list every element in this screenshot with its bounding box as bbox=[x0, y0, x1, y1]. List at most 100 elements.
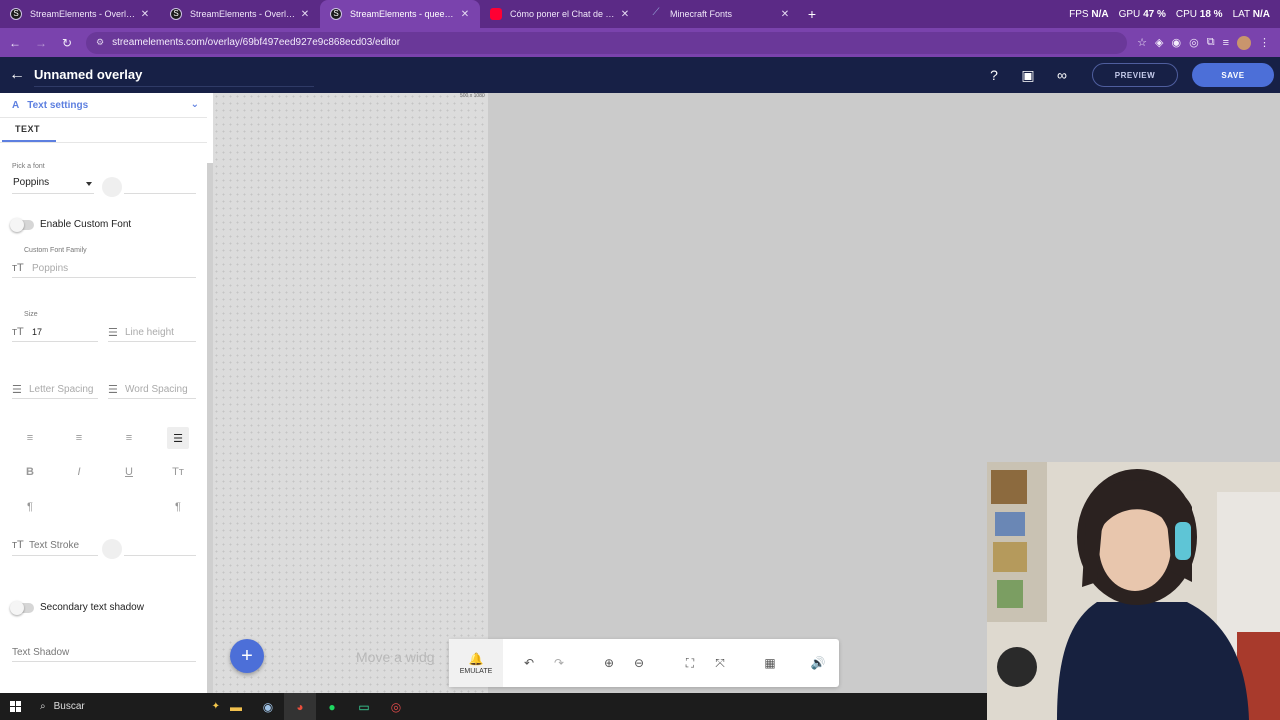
close-icon[interactable]: ✕ bbox=[298, 9, 312, 20]
gpu-value: 47 % bbox=[1143, 8, 1166, 20]
back-arrow-icon[interactable]: ← bbox=[0, 57, 34, 93]
puzzle-icon[interactable]: ⧉ bbox=[1207, 36, 1215, 49]
size-input[interactable]: 17 bbox=[32, 327, 42, 337]
divider bbox=[12, 555, 98, 556]
text-size-icon: ᴛT bbox=[12, 262, 24, 274]
line-height-input[interactable]: Line height bbox=[125, 327, 174, 338]
emulate-label: EMULATE bbox=[459, 667, 493, 675]
extension-icon[interactable]: ◈ bbox=[1155, 36, 1163, 49]
zoom-out-icon[interactable]: ⊖ bbox=[629, 653, 649, 673]
save-button[interactable]: SAVE bbox=[1192, 63, 1274, 87]
editor-header: ← Unnamed overlay ? ▣ ∞ PREVIEW SAVE bbox=[0, 57, 1280, 93]
browser-tab-4[interactable]: Cómo poner el Chat de Twitch ✕ bbox=[480, 0, 640, 28]
overlay-canvas[interactable]: 500 x 1080 bbox=[213, 93, 488, 693]
close-icon[interactable]: ✕ bbox=[618, 9, 632, 20]
align-justify-icon[interactable]: ☰ bbox=[167, 427, 189, 449]
star-icon[interactable]: ☆ bbox=[1137, 36, 1147, 49]
more-icon[interactable]: ⋮ bbox=[1259, 36, 1270, 49]
line-height-icon: ☰ bbox=[108, 327, 118, 339]
fps-value: N/A bbox=[1091, 8, 1109, 20]
custom-font-family-input[interactable]: Poppins bbox=[32, 263, 68, 274]
gpu-label: GPU bbox=[1118, 8, 1141, 20]
url-field[interactable]: ⚙ streamelements.com/overlay/69bf497eed9… bbox=[86, 31, 1128, 54]
secondary-shadow-label: Secondary text shadow bbox=[40, 602, 144, 613]
divider bbox=[108, 341, 196, 342]
forward-arrow-icon[interactable]: → bbox=[30, 32, 52, 54]
back-arrow-icon[interactable]: ← bbox=[4, 32, 26, 54]
letter-spacing-input[interactable]: Letter Spacing bbox=[29, 384, 94, 395]
divider bbox=[124, 193, 196, 194]
paragraph-rtl-icon[interactable]: ¶ bbox=[167, 496, 189, 518]
streamelements-icon: S bbox=[10, 8, 22, 20]
text-settings-panel: A Text settings ⌄ TEXT Pick a font Poppi… bbox=[0, 93, 213, 693]
align-right-icon[interactable]: ≡ bbox=[118, 427, 140, 449]
webcam-feed bbox=[987, 462, 1280, 720]
font-color-picker[interactable] bbox=[102, 177, 122, 197]
align-left-icon[interactable]: ≡ bbox=[19, 427, 41, 449]
lat-value: N/A bbox=[1252, 8, 1270, 20]
divider bbox=[124, 555, 196, 556]
browser-tab-2[interactable]: S StreamElements - Overlays ✕ bbox=[160, 0, 320, 28]
search-highlight-icon: ✦ bbox=[211, 701, 220, 712]
reading-list-icon[interactable]: ≡ bbox=[1223, 37, 1229, 49]
add-widget-button[interactable]: + bbox=[230, 639, 264, 673]
tab-title: Cómo poner el Chat de Twitch bbox=[510, 9, 618, 19]
stroke-color-picker[interactable] bbox=[102, 539, 122, 559]
divider bbox=[0, 142, 207, 143]
bold-button[interactable]: B bbox=[19, 461, 41, 483]
profile-avatar[interactable] bbox=[1237, 35, 1251, 50]
undo-icon[interactable]: ↶ bbox=[519, 653, 539, 673]
underline-button[interactable]: U bbox=[118, 461, 140, 483]
preview-button[interactable]: PREVIEW bbox=[1092, 63, 1178, 87]
chrome-icon[interactable]: ◕ bbox=[284, 693, 316, 720]
section-title: Text settings bbox=[27, 99, 89, 111]
emulate-button[interactable]: 🔔 EMULATE bbox=[449, 639, 503, 687]
custom-font-toggle[interactable] bbox=[10, 218, 34, 232]
search-icon: ⌕ bbox=[40, 701, 46, 712]
browser-tab-5[interactable]: ⟋ Minecraft Fonts ✕ bbox=[640, 0, 800, 28]
taskbar-search[interactable]: ⌕ Buscar ✦ bbox=[30, 693, 220, 720]
windows-start-icon[interactable] bbox=[0, 693, 30, 720]
italic-button[interactable]: I bbox=[68, 461, 90, 483]
new-tab-button[interactable]: + bbox=[800, 0, 824, 28]
terminal-icon[interactable]: ▭ bbox=[348, 693, 380, 720]
close-icon[interactable]: ✕ bbox=[778, 9, 792, 20]
url-text: streamelements.com/overlay/69bf497eed927… bbox=[112, 37, 401, 48]
browser-tab-strip: S StreamElements - Overlays ✕ S StreamEl… bbox=[0, 0, 1280, 28]
close-icon[interactable]: ✕ bbox=[138, 9, 152, 20]
tab-text[interactable]: TEXT bbox=[0, 124, 213, 134]
extension-icon[interactable]: ◉ bbox=[1172, 36, 1182, 49]
link-icon[interactable]: ∞ bbox=[1052, 65, 1072, 85]
align-center-icon[interactable]: ≡ bbox=[68, 427, 90, 449]
close-icon[interactable]: ✕ bbox=[458, 9, 472, 20]
secondary-shadow-toggle[interactable] bbox=[10, 601, 34, 615]
overlay-name-input[interactable]: Unnamed overlay bbox=[34, 63, 314, 87]
obs-icon[interactable]: ◎ bbox=[380, 693, 412, 720]
browser-tab-3[interactable]: S StreamElements - queenrochi ✕ bbox=[320, 0, 480, 28]
file-explorer-icon[interactable]: ▬ bbox=[220, 693, 252, 720]
streamelements-icon: S bbox=[170, 8, 182, 20]
volume-icon[interactable]: 🔊 bbox=[808, 653, 828, 673]
reload-icon[interactable]: ↻ bbox=[56, 32, 78, 54]
paragraph-ltr-icon[interactable]: ¶ bbox=[19, 496, 41, 518]
spotify-icon[interactable]: ● bbox=[316, 693, 348, 720]
fit-screen-icon[interactable]: ⤧ bbox=[710, 653, 730, 673]
screen-icon[interactable]: ▣ bbox=[1018, 65, 1038, 85]
browser-tab-1[interactable]: S StreamElements - Overlays ✕ bbox=[0, 0, 160, 28]
system-monitor: FPS N/A GPU 47 % CPU 18 % LAT N/A bbox=[1069, 0, 1270, 28]
extension-icon[interactable]: ◎ bbox=[1189, 36, 1199, 49]
steam-icon[interactable]: ◉ bbox=[252, 693, 284, 720]
text-settings-header[interactable]: A Text settings ⌄ bbox=[0, 93, 213, 117]
help-icon[interactable]: ? bbox=[984, 65, 1004, 85]
word-spacing-input[interactable]: Word Spacing bbox=[125, 384, 188, 395]
fps-label: FPS bbox=[1069, 8, 1089, 20]
zoom-in-icon[interactable]: ⊕ bbox=[599, 653, 619, 673]
chevron-down-icon[interactable]: ⌄ bbox=[191, 99, 199, 110]
font-select[interactable]: Poppins bbox=[13, 177, 49, 188]
fullscreen-icon[interactable]: ⛶ bbox=[680, 653, 700, 673]
redo-icon[interactable]: ↷ bbox=[549, 653, 569, 673]
grid-icon[interactable]: ▦ bbox=[760, 653, 780, 673]
text-shadow-label: Text Shadow bbox=[12, 647, 70, 658]
text-transform-button[interactable]: Tт bbox=[167, 461, 189, 483]
site-info-icon[interactable]: ⚙ bbox=[96, 37, 104, 48]
